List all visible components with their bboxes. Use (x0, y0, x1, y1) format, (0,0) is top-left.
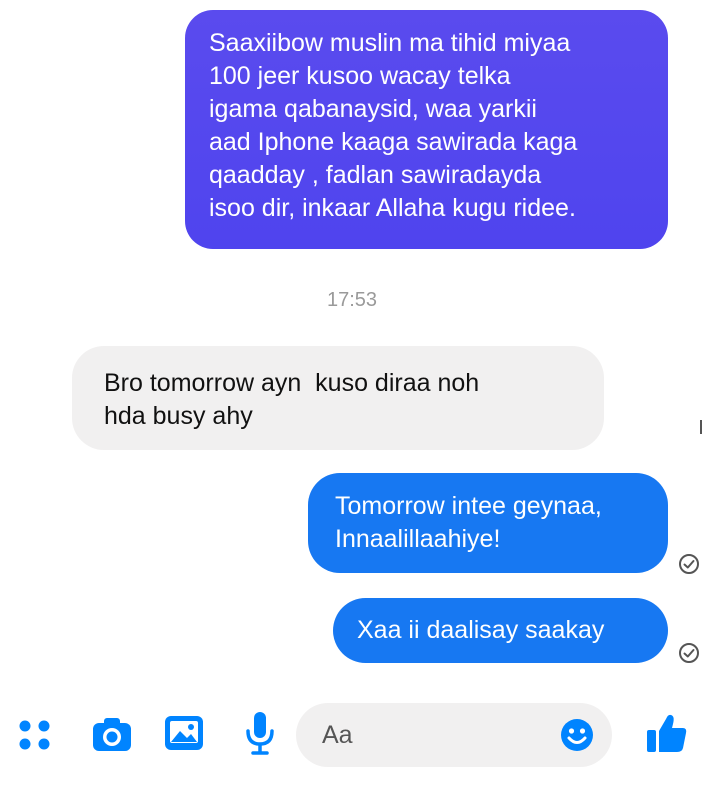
camera-icon[interactable] (92, 716, 132, 752)
edge-divider (700, 420, 702, 434)
outgoing-message-bubble[interactable]: Xaa ii daalisay saakay (333, 598, 668, 663)
message-input-placeholder: Aa (322, 721, 353, 749)
message-input[interactable]: Aa (296, 703, 612, 767)
outgoing-message-bubble[interactable]: Saaxiibow muslin ma tihid miyaa 100 jeer… (185, 10, 668, 249)
microphone-icon[interactable] (245, 711, 275, 755)
photo-icon[interactable] (164, 715, 204, 751)
emoji-icon[interactable] (560, 718, 594, 752)
read-check-icon (679, 643, 699, 663)
apps-grid-icon[interactable] (18, 718, 52, 752)
outgoing-message-bubble[interactable]: Tomorrow intee geynaa, Innaalillaahiye! (308, 473, 668, 573)
thumbs-up-icon[interactable] (646, 713, 688, 753)
message-timestamp: 17:53 (326, 289, 378, 311)
read-check-icon (679, 554, 699, 574)
incoming-message-bubble[interactable]: Bro tomorrow ayn kuso diraa noh hda busy… (72, 346, 604, 450)
